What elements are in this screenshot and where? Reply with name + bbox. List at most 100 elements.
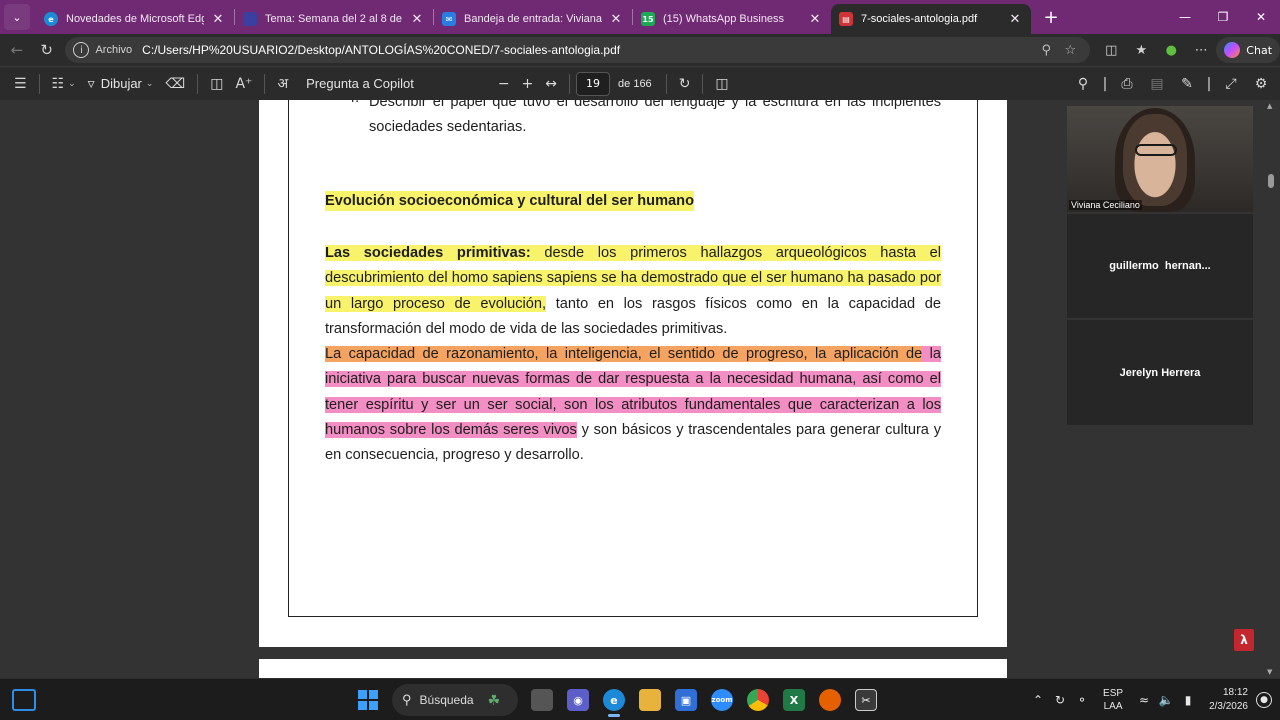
chat-label: Chat	[1246, 43, 1273, 57]
tab-moodle-topic[interactable]: Tema: Semana del 2 al 8 de marzo ✕	[235, 4, 433, 34]
fullscreen-icon[interactable]: ⤢	[1216, 76, 1246, 92]
participant-name: Jerelyn Herrera	[1119, 366, 1201, 379]
tab-title: Bandeja de entrada: Viviana Cecilia	[464, 13, 602, 25]
chevron-down-icon: ⌄	[68, 78, 76, 89]
favorites-icon[interactable]: ★	[1126, 43, 1156, 58]
close-tab-icon[interactable]: ✕	[1007, 12, 1023, 27]
teams-button[interactable]: ◉	[560, 682, 596, 718]
snipping-tool-icon: ✂	[855, 689, 877, 711]
participant-tile-guillermo[interactable]: guillermo hernan...	[1067, 214, 1253, 318]
erase-button[interactable]: ⌫	[159, 67, 191, 101]
zoom-button[interactable]: zoom	[704, 682, 740, 718]
zoom-out-button[interactable]: −	[492, 67, 516, 101]
volume-icon[interactable]: 🔈	[1155, 693, 1177, 707]
ask-copilot-button[interactable]: Pregunta a Copilot	[294, 67, 420, 101]
input-language[interactable]: ESP LAA	[1103, 687, 1123, 713]
favorite-star-icon[interactable]: ☆	[1058, 43, 1082, 58]
copilot-chat-button[interactable]: Chat	[1216, 37, 1280, 63]
widgets-icon[interactable]	[12, 689, 36, 711]
zoom-icon[interactable]: ⚲	[1034, 43, 1058, 58]
read-aloud-button[interactable]: A⁺	[229, 67, 258, 101]
excel-icon: X	[783, 689, 805, 711]
page-view-button[interactable]: ◫	[204, 67, 229, 101]
taskbar-apps: ⚲ Búsqueda ☘ ◉ e ▣ zoom X ✂	[350, 679, 884, 720]
snipping-tool-button[interactable]: ✂	[848, 682, 884, 718]
two-page-button[interactable]: ◫	[709, 67, 734, 101]
two-page-icon: ◫	[715, 75, 729, 92]
scroll-down-icon[interactable]: ▼	[1267, 668, 1272, 676]
section-heading: Evolución socioeconómica y cultural del …	[325, 191, 694, 211]
back-icon[interactable]: ←	[2, 41, 32, 59]
draw-button[interactable]: ▿ Dibujar ⌄	[82, 67, 160, 101]
address-bar[interactable]: i Archivo C:/Users/HP%20USUARIO2/Desktop…	[65, 37, 1091, 63]
start-button[interactable]	[350, 682, 386, 718]
file-explorer-button[interactable]	[632, 682, 668, 718]
firefox-icon	[819, 689, 841, 711]
close-tab-icon[interactable]: ✕	[608, 12, 624, 27]
close-window-icon[interactable]: ✕	[1242, 0, 1280, 34]
chrome-button[interactable]	[740, 682, 776, 718]
scrollbar-thumb[interactable]	[1268, 174, 1274, 188]
zoom-in-button[interactable]: +	[516, 67, 540, 101]
print-icon[interactable]: ⎙	[1112, 76, 1142, 92]
tab-strip: ⌄ e Novedades de Microsoft Edge ✕ Tema: …	[0, 0, 1280, 34]
highlighted-text-orange: La capacidad de razonamiento, la intelig…	[325, 346, 923, 362]
page-number-input[interactable]: 19	[576, 71, 611, 96]
edge-taskbar-button[interactable]: e	[596, 682, 632, 718]
scroll-up-icon[interactable]: ▲	[1267, 102, 1272, 110]
clock-date: 2/3/2026	[1209, 701, 1248, 712]
battery-icon[interactable]: ▮	[1177, 693, 1199, 707]
tab-pdf-active[interactable]: ▤ 7-sociales-antologia.pdf ✕	[831, 4, 1031, 34]
keyboard-layout: LAA	[1103, 701, 1123, 712]
rotate-button[interactable]: ↻	[673, 67, 697, 101]
tab-outlook-inbox[interactable]: ✉ Bandeja de entrada: Viviana Cecilia ✕	[434, 4, 632, 34]
new-tab-button[interactable]: +	[1037, 7, 1065, 28]
search-icon[interactable]: ⚲	[1068, 76, 1098, 92]
highlight-button[interactable]: ☷ ⌄	[46, 67, 82, 101]
highlighter-icon: ☷	[51, 75, 65, 92]
notification-bell-icon[interactable]: ●	[1256, 692, 1272, 708]
tab-edge-news[interactable]: e Novedades de Microsoft Edge ✕	[36, 4, 234, 34]
tab-whatsapp[interactable]: 15 (15) WhatsApp Business ✕	[633, 4, 831, 34]
minimize-icon[interactable]: —	[1166, 0, 1204, 34]
save-as-icon[interactable]: ✎	[1172, 76, 1202, 92]
store-button[interactable]: ▣	[668, 682, 704, 718]
participant-video-viviana[interactable]: Viviana Ceciliano	[1067, 106, 1253, 212]
wifi-icon[interactable]: ≈	[1133, 693, 1155, 707]
settings-gear-icon[interactable]: ⚙	[1246, 76, 1276, 92]
translate-button[interactable]: अ	[271, 67, 294, 101]
participant-name: guillermo hernan...	[1109, 260, 1211, 272]
more-menu-icon[interactable]: ⋯	[1186, 43, 1216, 58]
tab-actions-menu-icon[interactable]: ⌄	[4, 4, 30, 30]
task-view-button[interactable]	[524, 682, 560, 718]
contents-button[interactable]: ☰	[8, 67, 33, 101]
close-tab-icon[interactable]: ✕	[409, 12, 425, 27]
firefox-button[interactable]	[812, 682, 848, 718]
participant-tile-jerelyn[interactable]: Jerelyn Herrera	[1067, 320, 1253, 425]
toolbar-divider	[197, 73, 199, 94]
split-screen-icon[interactable]: ◫	[1096, 43, 1126, 58]
sync-icon[interactable]: ↻	[1049, 693, 1071, 707]
restore-icon[interactable]: ❐	[1204, 0, 1242, 34]
copilot-icon	[1224, 42, 1241, 58]
save-icon[interactable]: ▤	[1142, 76, 1172, 92]
clock[interactable]: 18:12 2/3/2026	[1209, 686, 1248, 714]
adobe-acrobat-icon[interactable]: λ	[1234, 629, 1254, 651]
rotate-icon: ↻	[678, 75, 691, 92]
fit-page-button[interactable]: ↔	[539, 67, 563, 101]
excel-button[interactable]: X	[776, 682, 812, 718]
draw-pen-icon: ▿	[87, 75, 95, 92]
vertical-scrollbar[interactable]: ▲ ▼	[1266, 100, 1276, 678]
chevron-up-icon[interactable]: ⌃	[1027, 693, 1049, 707]
pdf-toolbar-right: ⚲ | ⎙ ▤ ✎ | ⤢ ⚙	[1068, 67, 1276, 101]
close-tab-icon[interactable]: ✕	[210, 12, 226, 27]
info-icon[interactable]: i	[73, 42, 90, 58]
profile-extension-icon[interactable]: ●	[1156, 43, 1186, 58]
microphone-icon[interactable]: ⚬	[1071, 693, 1093, 707]
taskbar-search[interactable]: ⚲ Búsqueda ☘	[392, 684, 518, 716]
refresh-icon[interactable]: ↻	[32, 41, 62, 59]
close-tab-icon[interactable]: ✕	[807, 12, 823, 27]
current-page-value: 19	[586, 77, 601, 90]
address-url[interactable]: C:/Users/HP%20USUARIO2/Desktop/ANTOLOGÍA…	[142, 43, 1034, 57]
tab-title: 7-sociales-antologia.pdf	[861, 13, 978, 25]
